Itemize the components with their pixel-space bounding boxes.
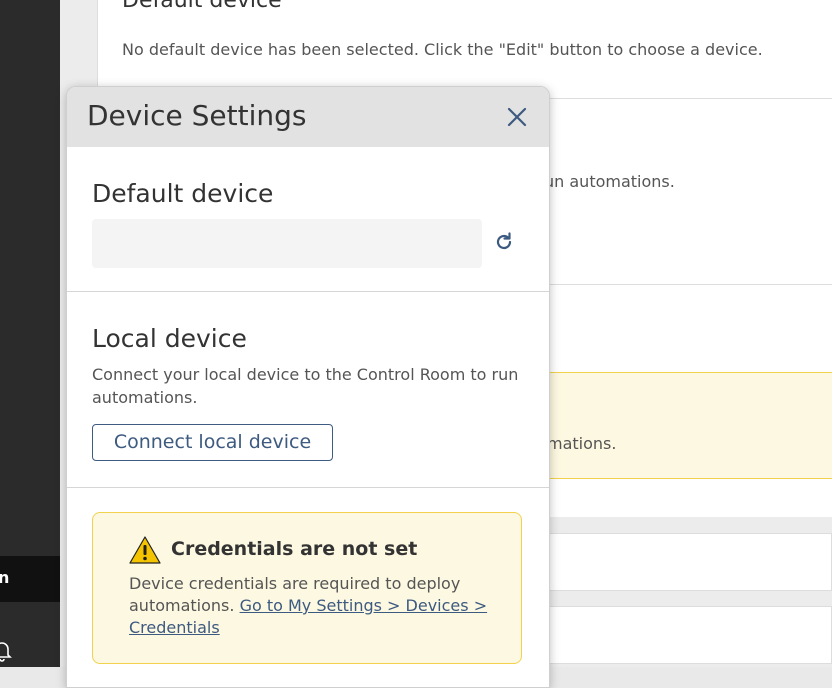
credentials-warning: Credentials are not set Device credentia…	[92, 512, 522, 664]
default-device-field[interactable]	[92, 219, 482, 268]
local-device-description: Connect your local device to the Control…	[92, 365, 519, 407]
background-panel-title: Default device	[122, 0, 282, 13]
credentials-warning-text: Device credentials are required to deplo…	[129, 573, 499, 639]
close-icon[interactable]	[503, 103, 531, 131]
background-warning-text: mations.	[547, 434, 617, 453]
refresh-icon[interactable]	[493, 231, 515, 253]
modal-header: Device Settings	[67, 87, 549, 147]
section-divider	[67, 291, 549, 292]
left-sidebar: n	[0, 0, 60, 667]
modal-title: Device Settings	[87, 99, 307, 132]
background-partial-text: un automations.	[544, 172, 675, 191]
credentials-warning-title: Credentials are not set	[171, 538, 418, 560]
sidebar-item-label: n	[0, 568, 10, 587]
bell-icon[interactable]	[0, 640, 12, 662]
sidebar-item-active[interactable]: n	[0, 556, 60, 602]
section-divider	[67, 487, 549, 488]
default-device-heading: Default device	[92, 179, 274, 208]
connect-local-device-button[interactable]: Connect local device	[92, 424, 333, 461]
local-device-heading: Local device	[92, 324, 247, 353]
warning-icon	[129, 536, 161, 564]
device-settings-modal: Device Settings Default device Local dev…	[66, 86, 550, 688]
background-panel-text: No default device has been selected. Cli…	[122, 40, 763, 59]
